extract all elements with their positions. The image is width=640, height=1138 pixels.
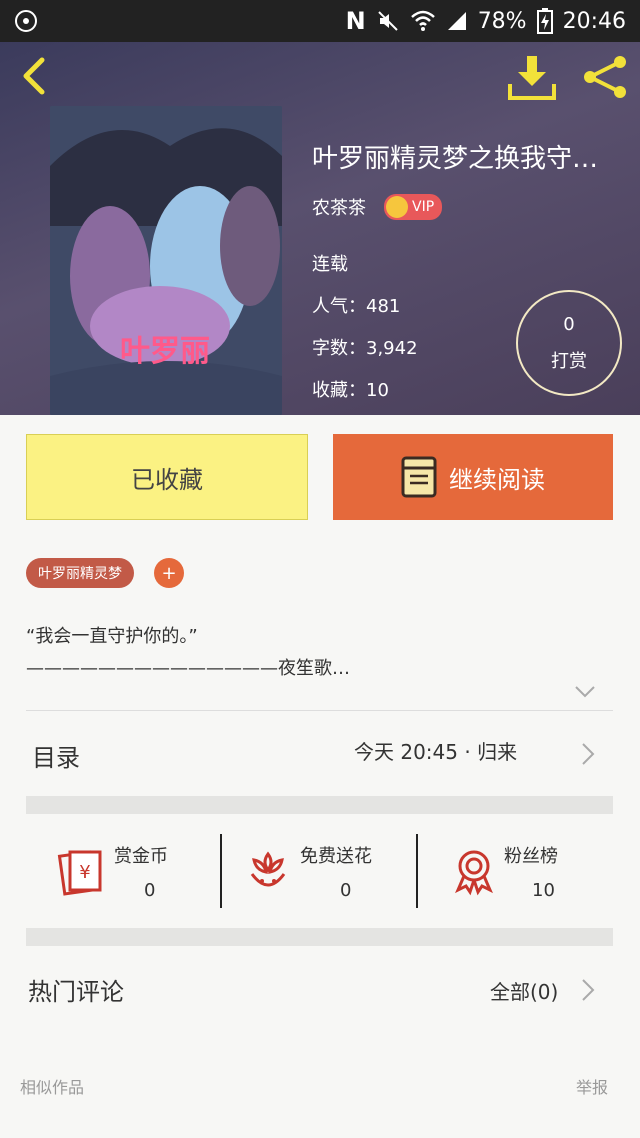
divider [26, 710, 613, 711]
book-cover[interactable]: 叶罗丽 [50, 106, 282, 415]
tip-count: 0 [563, 313, 575, 335]
download-icon[interactable] [506, 54, 558, 100]
share-icon[interactable] [580, 54, 630, 100]
chevron-right-icon[interactable] [580, 978, 596, 1002]
book-title: 叶罗丽精灵梦之换我守… [312, 144, 599, 174]
favorites-count: 收藏：10 [312, 380, 389, 401]
stat-value-fans: 10 [532, 880, 555, 901]
stat-separator [416, 834, 418, 908]
cover-logo: 叶罗丽 [120, 334, 210, 369]
tip-label: 打赏 [551, 350, 587, 372]
hot-comments-label: 热门评论 [28, 978, 124, 1006]
tip-button[interactable]: 0 打赏 [516, 290, 622, 396]
flower-icon[interactable] [244, 848, 292, 896]
clock: 20:46 [562, 8, 626, 34]
media-icon [15, 10, 37, 32]
medal-icon[interactable] [450, 848, 498, 896]
vip-badge: VIP [384, 194, 443, 220]
similar-works-label[interactable]: 相似作品 [20, 1074, 84, 1098]
stat-value-flowers: 0 [340, 880, 352, 901]
all-comments-link[interactable]: 全部(0) [490, 976, 558, 1005]
section-divider [26, 796, 613, 814]
mute-icon [377, 11, 398, 31]
status-bar: N 78% 20:46 [0, 0, 640, 42]
book-icon [401, 456, 437, 498]
stat-label-flowers: 免费送花 [300, 846, 372, 867]
battery-percent: 78% [477, 8, 527, 34]
signal-icon [447, 12, 466, 30]
toc-label[interactable]: 目录 [32, 738, 80, 773]
description-line-2: ——————————————夜笙歌… [26, 658, 350, 679]
continue-reading-button[interactable]: 继续阅读 [333, 434, 613, 520]
wifi-icon [410, 10, 435, 31]
back-arrow-icon[interactable] [16, 56, 56, 96]
svg-text:¥: ¥ [79, 862, 90, 883]
red-envelope-icon[interactable]: ¥ [56, 848, 104, 896]
battery-charging-icon [536, 8, 553, 34]
add-tag-button[interactable]: + [154, 558, 184, 588]
stat-label-fans: 粉丝榜 [504, 846, 558, 867]
nfc-icon: N [345, 7, 366, 35]
crown-icon [386, 196, 408, 218]
chevron-down-icon[interactable] [574, 684, 596, 700]
collected-label: 已收藏 [131, 465, 203, 494]
author-row: 农茶茶 VIP [312, 194, 443, 220]
word-count: 字数：3,942 [312, 338, 418, 359]
book-header: 叶罗丽 叶罗丽精灵梦之换我守… 农茶茶 VIP 连载 人气：481 字数：3,9… [0, 42, 640, 415]
vip-label: VIP [412, 199, 435, 215]
continue-label: 继续阅读 [449, 465, 545, 494]
description-line-1: “我会一直守护你的。” [26, 626, 198, 647]
stat-label-coins: 赏金币 [114, 846, 168, 867]
book-tag[interactable]: 叶罗丽精灵梦 [26, 558, 134, 588]
latest-chapter[interactable]: 今天 20:45 · 归来 [354, 736, 517, 765]
author-name[interactable]: 农茶茶 [312, 194, 366, 220]
popularity: 人气：481 [312, 296, 401, 317]
stat-separator [220, 834, 222, 908]
section-divider [26, 928, 613, 946]
chevron-right-icon[interactable] [580, 742, 596, 766]
report-link[interactable]: 举报 [576, 1074, 608, 1098]
collected-button[interactable]: 已收藏 [26, 434, 308, 520]
serial-status: 连载 [312, 254, 348, 275]
stat-value-coins: 0 [144, 880, 156, 901]
